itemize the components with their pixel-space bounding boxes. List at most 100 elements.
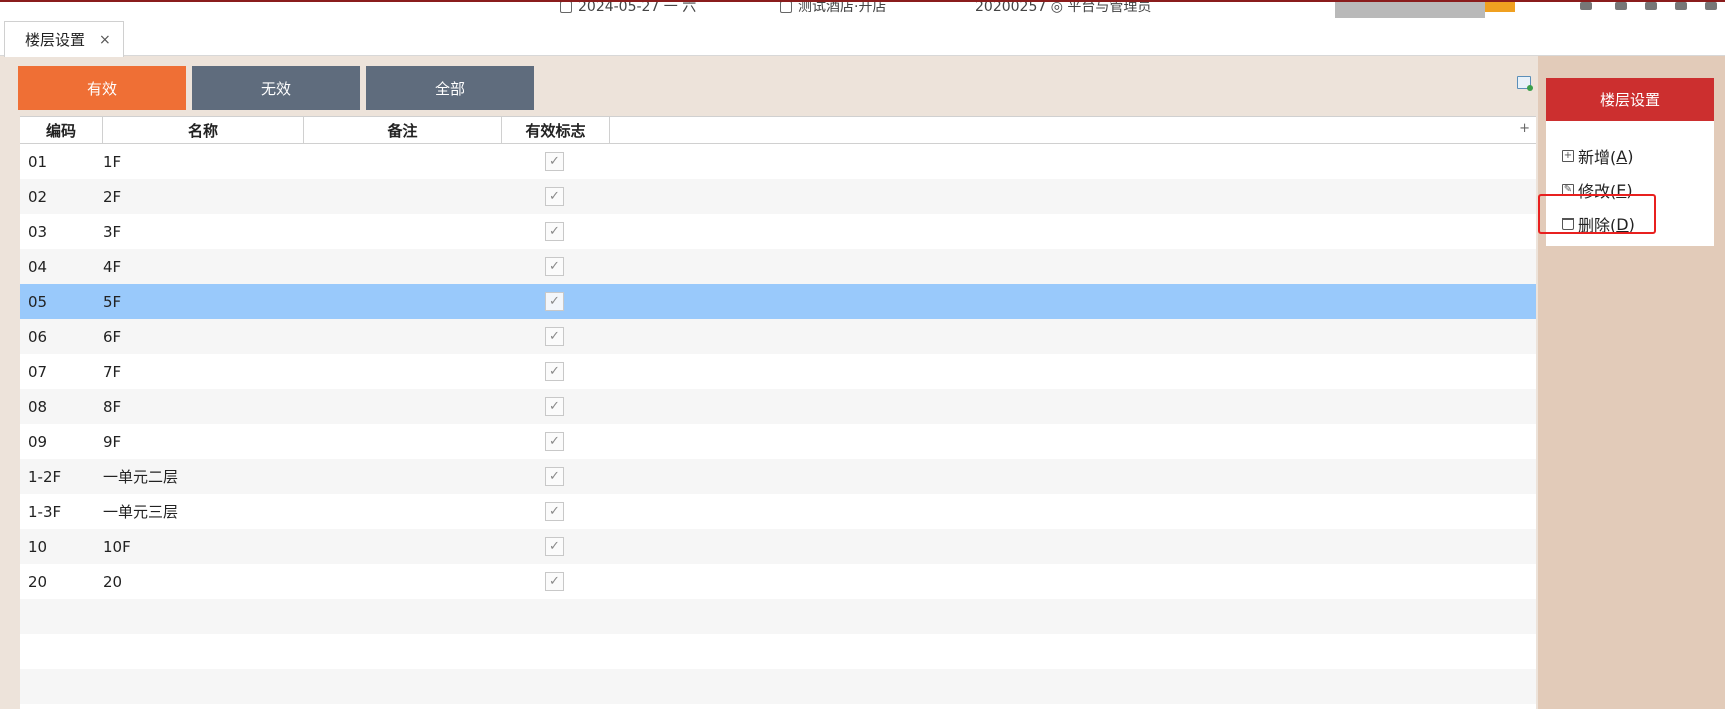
main-content: 有效 无效 全部 编码 名称 备注 有效标志 + 01 1F ✓ 02 2F ✓ 03 3F ✓… bbox=[18, 56, 1538, 709]
cell-code: 20 bbox=[28, 572, 48, 591]
table-row[interactable]: 09 9F ✓ bbox=[20, 424, 1536, 459]
window-topbar: 2024-05-27 一 六 测试酒店·开店 20200257 ◎ 平台与管理员 bbox=[0, 0, 1725, 18]
restore-icon[interactable] bbox=[1645, 2, 1657, 10]
table-row[interactable]: 02 2F ✓ bbox=[20, 179, 1536, 214]
notification-indicator[interactable] bbox=[1485, 2, 1515, 12]
empty-row bbox=[20, 634, 1536, 669]
cell-name: 1F bbox=[103, 152, 122, 171]
cell-name: 8F bbox=[103, 397, 122, 416]
cell-name: 6F bbox=[103, 327, 122, 346]
cell-note bbox=[304, 214, 502, 249]
valid-flag-checkbox[interactable]: ✓ bbox=[545, 222, 564, 241]
cell-name: 10F bbox=[103, 537, 131, 556]
cell-code: 08 bbox=[28, 397, 48, 416]
valid-flag-checkbox[interactable]: ✓ bbox=[545, 467, 564, 486]
empty-row bbox=[20, 669, 1536, 704]
cell-note bbox=[304, 144, 502, 179]
column-chooser-icon[interactable]: + bbox=[1519, 121, 1530, 136]
valid-flag-checkbox[interactable]: ✓ bbox=[545, 537, 564, 556]
table-row[interactable]: 03 3F ✓ bbox=[20, 214, 1536, 249]
column-header-filler bbox=[610, 117, 1536, 144]
cell-name: 9F bbox=[103, 432, 122, 451]
cell-note bbox=[304, 354, 502, 389]
table-row[interactable]: 20 20 ✓ bbox=[20, 564, 1536, 599]
delete-highlight-box bbox=[1538, 194, 1656, 234]
column-header-code[interactable]: 编码 bbox=[20, 117, 103, 144]
valid-flag-checkbox[interactable]: ✓ bbox=[545, 502, 564, 521]
cell-note bbox=[304, 319, 502, 354]
tab-label: 楼层设置 bbox=[25, 31, 86, 49]
filter-all-button[interactable]: 全部 bbox=[366, 66, 534, 110]
action-card: 楼层设置 + 新增(A) ✎ 修改(E) 删除(D) bbox=[1538, 78, 1714, 246]
table-body: 01 1F ✓ 02 2F ✓ 03 3F ✓ 04 4F ✓ 05 5F ✓ 06 6F ✓ 07 7F ✓ 08 8F ✓… bbox=[20, 144, 1536, 709]
cell-note bbox=[304, 249, 502, 284]
table-row[interactable]: 07 7F ✓ bbox=[20, 354, 1536, 389]
filter-valid-button[interactable]: 有效 bbox=[18, 66, 186, 110]
column-header-name[interactable]: 名称 bbox=[103, 117, 304, 144]
table-row[interactable]: 1-3F 一单元三层 ✓ bbox=[20, 494, 1536, 529]
floor-table: 编码 名称 备注 有效标志 + 01 1F ✓ 02 2F ✓ 03 3F ✓ 04 4F ✓ 05 5F… bbox=[20, 116, 1536, 709]
cell-code: 10 bbox=[28, 537, 48, 556]
cell-name: 20 bbox=[103, 572, 123, 591]
empty-row bbox=[20, 704, 1536, 709]
cell-code: 07 bbox=[28, 362, 48, 381]
cell-note bbox=[304, 179, 502, 214]
cell-note bbox=[304, 494, 502, 529]
table-row[interactable]: 08 8F ✓ bbox=[20, 389, 1536, 424]
cell-note bbox=[304, 284, 502, 319]
minimize-icon[interactable] bbox=[1615, 2, 1627, 10]
valid-flag-checkbox[interactable]: ✓ bbox=[545, 572, 564, 591]
cell-name: 2F bbox=[103, 187, 122, 206]
table-row[interactable]: 06 6F ✓ bbox=[20, 319, 1536, 354]
cell-note bbox=[304, 529, 502, 564]
valid-flag-checkbox[interactable]: ✓ bbox=[545, 362, 564, 381]
cell-code: 04 bbox=[28, 257, 48, 276]
column-header-note[interactable]: 备注 bbox=[304, 117, 502, 144]
valid-flag-checkbox[interactable]: ✓ bbox=[545, 152, 564, 171]
cell-code: 09 bbox=[28, 432, 48, 451]
empty-row bbox=[20, 599, 1536, 634]
cell-code: 1-3F bbox=[28, 502, 62, 521]
cell-code: 02 bbox=[28, 187, 48, 206]
export-excel-icon[interactable] bbox=[1517, 76, 1533, 91]
add-icon: + bbox=[1562, 150, 1574, 162]
date-display: 2024-05-27 一 六 bbox=[560, 2, 696, 16]
calendar-icon bbox=[560, 2, 572, 13]
close-window-icon[interactable] bbox=[1705, 2, 1717, 10]
valid-flag-checkbox[interactable]: ✓ bbox=[545, 187, 564, 206]
tab-strip: 楼层设置 × bbox=[0, 18, 1725, 57]
column-header-valid-flag[interactable]: 有效标志 bbox=[502, 117, 610, 144]
filter-invalid-button[interactable]: 无效 bbox=[192, 66, 360, 110]
toolbar-strip bbox=[1335, 2, 1485, 18]
tab-floor-settings[interactable]: 楼层设置 × bbox=[4, 21, 124, 57]
cell-note bbox=[304, 389, 502, 424]
settings-icon[interactable] bbox=[1580, 2, 1592, 10]
cell-code: 06 bbox=[28, 327, 48, 346]
cell-code: 05 bbox=[28, 292, 48, 311]
valid-flag-checkbox[interactable]: ✓ bbox=[545, 327, 564, 346]
cell-code: 01 bbox=[28, 152, 48, 171]
table-row[interactable]: 01 1F ✓ bbox=[20, 144, 1536, 179]
valid-flag-checkbox[interactable]: ✓ bbox=[545, 292, 564, 311]
cell-note bbox=[304, 424, 502, 459]
table-row[interactable]: 05 5F ✓ bbox=[20, 284, 1536, 319]
close-icon[interactable]: × bbox=[99, 32, 111, 48]
add-button[interactable]: + 新增(A) bbox=[1562, 144, 1633, 168]
cell-name: 一单元二层 bbox=[103, 468, 179, 486]
valid-flag-checkbox[interactable]: ✓ bbox=[545, 257, 564, 276]
cell-name: 3F bbox=[103, 222, 122, 241]
table-row[interactable]: 1-2F 一单元二层 ✓ bbox=[20, 459, 1536, 494]
maximize-icon[interactable] bbox=[1675, 2, 1687, 10]
table-row[interactable]: 10 10F ✓ bbox=[20, 529, 1536, 564]
valid-flag-checkbox[interactable]: ✓ bbox=[545, 397, 564, 416]
cell-code: 03 bbox=[28, 222, 48, 241]
hotel-display: 测试酒店·开店 bbox=[780, 2, 886, 16]
side-panel: 楼层设置 + 新增(A) ✎ 修改(E) 删除(D) bbox=[1538, 56, 1725, 709]
cell-name: 7F bbox=[103, 362, 122, 381]
user-display: 20200257 ◎ 平台与管理员 bbox=[975, 0, 1152, 15]
cell-code: 1-2F bbox=[28, 467, 62, 486]
table-header: 编码 名称 备注 有效标志 + bbox=[20, 116, 1536, 144]
cell-name: 5F bbox=[103, 292, 122, 311]
table-row[interactable]: 04 4F ✓ bbox=[20, 249, 1536, 284]
valid-flag-checkbox[interactable]: ✓ bbox=[545, 432, 564, 451]
